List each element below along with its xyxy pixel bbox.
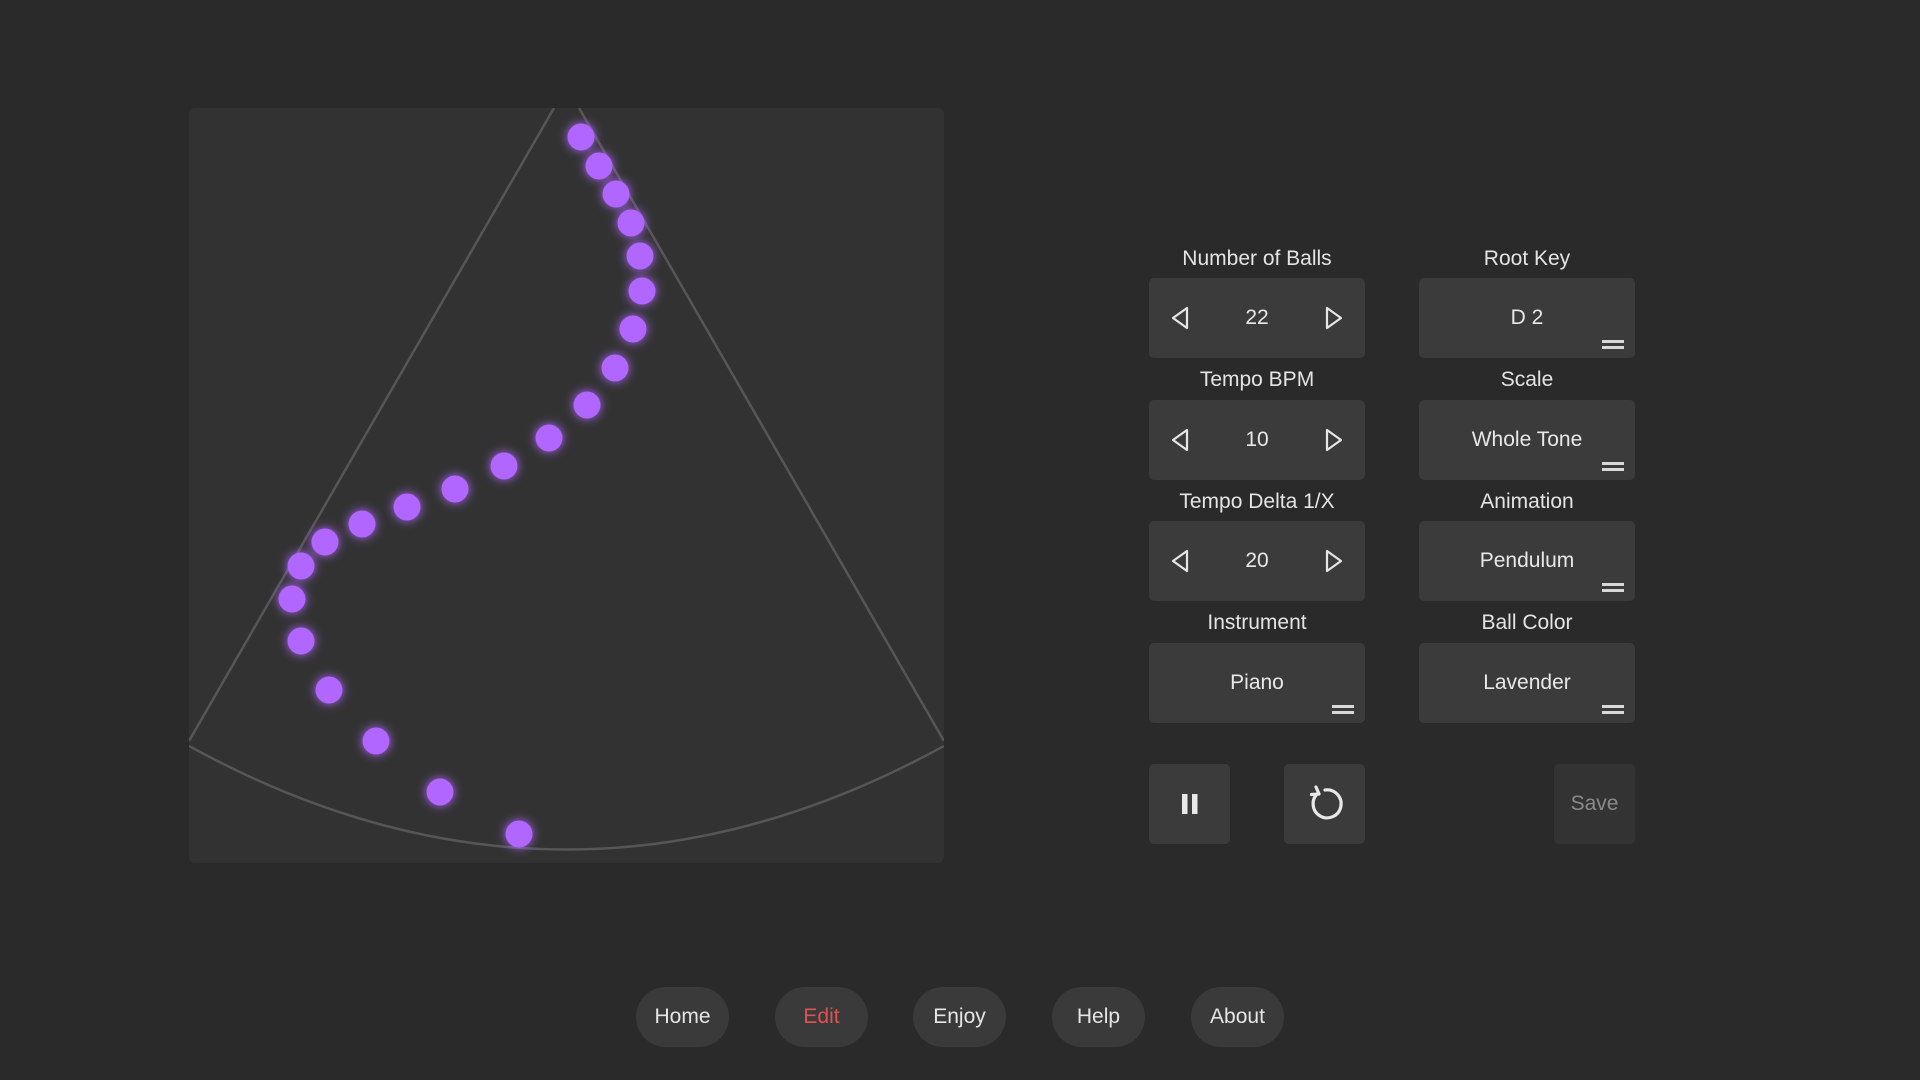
animation-select[interactable]: Pendulum (1419, 521, 1635, 601)
nav-about[interactable]: About (1191, 987, 1284, 1047)
pendulum-ball (505, 820, 533, 848)
pause-button[interactable] (1149, 764, 1230, 844)
decrement-button[interactable] (1163, 544, 1197, 578)
swing-boundary-right (577, 108, 944, 742)
num-balls-stepper: 22 (1149, 278, 1365, 358)
triangle-right-icon (1325, 549, 1343, 573)
increment-button[interactable] (1317, 301, 1351, 335)
app-root: Number of Balls 22 Root Key D 2 Tempo BP… (0, 0, 1920, 1080)
nav-home[interactable]: Home (636, 987, 729, 1047)
pendulum-ball (535, 424, 563, 452)
triangle-right-icon (1325, 306, 1343, 330)
pendulum-ball (626, 242, 654, 270)
scale-select[interactable]: Whole Tone (1419, 400, 1635, 480)
pause-icon (1181, 794, 1197, 814)
pendulum-ball (278, 585, 306, 613)
pendulum-ball (393, 493, 421, 521)
triangle-left-icon (1171, 306, 1189, 330)
tempo-bpm-value: 10 (1245, 428, 1269, 451)
root-key-label: Root Key (1483, 247, 1571, 270)
pendulum-svg (189, 108, 944, 851)
tempo-delta-value: 20 (1245, 549, 1269, 572)
menu-grip-icon (1602, 705, 1624, 714)
triangle-right-icon (1325, 428, 1343, 452)
animation-label: Animation (1480, 490, 1574, 513)
decrement-button[interactable] (1163, 423, 1197, 457)
pendulum-ball (287, 627, 315, 655)
ball-color-value: Lavender (1483, 671, 1571, 694)
nav-edit[interactable]: Edit (775, 987, 868, 1047)
instrument-label: Instrument (1207, 611, 1307, 634)
nav-help[interactable]: Help (1052, 987, 1145, 1047)
scale-label: Scale (1500, 368, 1554, 391)
tempo-bpm-stepper: 10 (1149, 400, 1365, 480)
reset-icon (1309, 785, 1343, 820)
pendulum-ball (602, 180, 630, 208)
swing-boundary-left (189, 108, 556, 742)
pendulum-ball (348, 510, 376, 538)
pendulum-ball (490, 452, 518, 480)
num-balls-label: Number of Balls (1182, 247, 1332, 270)
pendulum-ball (601, 354, 629, 382)
menu-grip-icon (1332, 705, 1354, 714)
animation-value: Pendulum (1479, 549, 1575, 572)
ball-color-select[interactable]: Lavender (1419, 643, 1635, 723)
instrument-value: Piano (1230, 671, 1284, 694)
pendulum-ball (362, 727, 390, 755)
tempo-bpm-label: Tempo BPM (1199, 368, 1315, 391)
pendulum-ball (567, 123, 595, 151)
ball-color-label: Ball Color (1481, 611, 1573, 634)
swing-arc (189, 744, 944, 851)
save-button[interactable]: Save (1554, 764, 1635, 844)
triangle-left-icon (1171, 549, 1189, 573)
increment-button[interactable] (1317, 423, 1351, 457)
pendulum-ball (619, 315, 647, 343)
tempo-delta-label: Tempo Delta 1/X (1179, 490, 1335, 513)
pendulum-ball (617, 209, 645, 237)
pendulum-canvas (189, 108, 944, 863)
increment-button[interactable] (1317, 544, 1351, 578)
pendulum-ball (311, 528, 339, 556)
pendulum-ball (585, 152, 613, 180)
pendulum-ball (628, 277, 656, 305)
reset-button[interactable] (1284, 764, 1365, 844)
instrument-select[interactable]: Piano (1149, 643, 1365, 723)
scale-value: Whole Tone (1471, 428, 1583, 451)
num-balls-value: 22 (1245, 306, 1269, 329)
pendulum-ball (426, 778, 454, 806)
root-key-value: D 2 (1510, 306, 1544, 329)
menu-grip-icon (1602, 462, 1624, 471)
root-key-select[interactable]: D 2 (1419, 278, 1635, 358)
tempo-delta-stepper: 20 (1149, 521, 1365, 601)
pendulum-ball (441, 475, 469, 503)
triangle-left-icon (1171, 428, 1189, 452)
decrement-button[interactable] (1163, 301, 1197, 335)
pendulum-ball (573, 391, 601, 419)
menu-grip-icon (1602, 583, 1624, 592)
nav-enjoy[interactable]: Enjoy (913, 987, 1006, 1047)
pendulum-ball (315, 676, 343, 704)
menu-grip-icon (1602, 340, 1624, 349)
pendulum-ball (287, 552, 315, 580)
